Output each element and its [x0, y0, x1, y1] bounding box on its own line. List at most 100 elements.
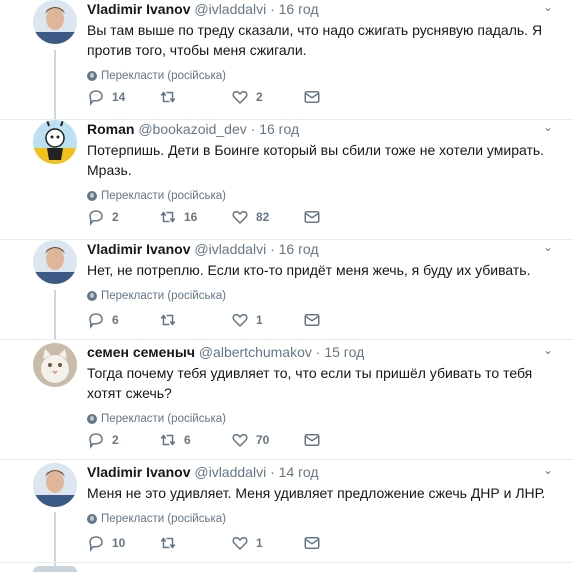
translate-label: Перекласти (російська) — [101, 70, 226, 82]
dm-button[interactable] — [303, 208, 375, 226]
reply-button[interactable]: 6 — [87, 311, 159, 329]
tweet-header: Vladimir Ivanov @ivladdalvi · 16 год — [87, 240, 553, 258]
translate-label: Перекласти (російська) — [101, 190, 226, 202]
like-button[interactable]: 70 — [231, 431, 303, 449]
tweet-text: Тогда почему тебя удивляет то, что если … — [87, 365, 533, 401]
translate-label: Перекласти (російська) — [101, 513, 226, 525]
reply-icon — [89, 536, 103, 552]
like-count: 2 — [256, 90, 263, 104]
translate-link[interactable]: Перекласти (російська) — [87, 512, 553, 526]
reply-icon — [89, 433, 103, 449]
envelope-icon — [304, 211, 320, 223]
like-button[interactable]: 1 — [231, 311, 303, 329]
reply-button[interactable]: 14 — [87, 88, 159, 106]
retweet-button[interactable]: 6 — [159, 431, 231, 449]
retweet-icon — [160, 91, 176, 103]
retweet-button[interactable]: 16 — [159, 208, 231, 226]
separator-dot: · — [270, 241, 275, 257]
display-name[interactable]: Vladimir Ivanov — [87, 464, 190, 480]
user-handle[interactable]: @ivladdalvi — [194, 241, 266, 257]
user-handle[interactable]: @ivladdalvi — [194, 464, 266, 480]
display-name[interactable]: Roman — [87, 121, 134, 137]
separator-dot: · — [270, 1, 275, 17]
translate-link[interactable]: Перекласти (російська) — [87, 289, 553, 303]
separator-dot: · — [315, 344, 321, 360]
like-count: 1 — [256, 536, 263, 550]
retweet-icon — [160, 211, 176, 223]
dm-button[interactable] — [303, 88, 375, 106]
chevron-down-icon[interactable]: ⌄ — [543, 463, 553, 477]
avatar[interactable] — [33, 240, 77, 284]
tweet-text: Нет, не потреплю. Если кто-то придёт мен… — [87, 262, 531, 278]
avatar[interactable] — [33, 463, 77, 507]
user-handle[interactable]: @bookazoid_dev — [138, 121, 246, 137]
chevron-down-icon[interactable]: ⌄ — [543, 343, 553, 357]
heart-icon — [232, 433, 248, 448]
like-count: 82 — [256, 210, 270, 224]
reply-count: 2 — [112, 433, 119, 447]
retweet-button[interactable] — [159, 311, 231, 329]
heart-icon — [232, 313, 248, 328]
tweet[interactable]: семен семеныч @albertchumakov · 15 год ⌄… — [0, 343, 573, 460]
translate-link[interactable]: Перекласти (російська) — [87, 412, 553, 426]
tweet[interactable]: Vladimir Ivanov @ivladdalvi · 16 год ⌄ Н… — [0, 240, 573, 340]
translate-label: Перекласти (російська) — [101, 413, 226, 425]
tweet-header: Roman @bookazoid_dev · 16 год — [87, 120, 553, 138]
tweet[interactable]: Vladimir Ivanov @ivladdalvi · 16 год ⌄ В… — [0, 0, 573, 120]
tweet[interactable]: Vladimir Ivanov @ivladdalvi · 14 год ⌄ М… — [0, 463, 573, 563]
heart-icon — [232, 536, 248, 551]
retweet-button[interactable] — [159, 534, 231, 552]
reply-icon — [89, 313, 103, 329]
retweet-button[interactable] — [159, 88, 231, 106]
like-count: 1 — [256, 313, 263, 327]
envelope-icon — [304, 91, 320, 103]
retweet-count: 6 — [184, 433, 191, 447]
reply-button[interactable]: 2 — [87, 431, 159, 449]
user-handle[interactable]: @albertchumakov — [199, 344, 312, 360]
like-button[interactable]: 2 — [231, 88, 303, 106]
like-button[interactable]: 82 — [231, 208, 303, 226]
timestamp[interactable]: 14 год — [279, 464, 319, 480]
timestamp[interactable]: 16 год — [259, 121, 299, 137]
reply-icon — [89, 90, 103, 106]
user-handle[interactable]: @ivladdalvi — [194, 1, 266, 17]
heart-icon — [232, 90, 248, 105]
retweet-icon — [160, 434, 176, 446]
timestamp[interactable]: 16 год — [279, 241, 319, 257]
timestamp[interactable]: 15 год — [324, 344, 364, 360]
reply-icon — [89, 210, 103, 226]
chevron-down-icon[interactable]: ⌄ — [543, 120, 553, 134]
tweet-header: Vladimir Ivanov @ivladdalvi · 14 год — [87, 463, 553, 481]
reply-button[interactable]: 2 — [87, 208, 159, 226]
translate-link[interactable]: Перекласти (російська) — [87, 189, 553, 203]
reply-button[interactable]: 10 — [87, 534, 159, 552]
next-tweet-avatar — [33, 566, 77, 572]
timestamp[interactable]: 16 год — [279, 1, 319, 17]
reply-count: 6 — [112, 313, 119, 327]
dm-button[interactable] — [303, 534, 375, 552]
globe-icon — [87, 71, 97, 81]
reply-count: 14 — [112, 90, 126, 104]
display-name[interactable]: Vladimir Ivanov — [87, 1, 190, 17]
avatar[interactable] — [33, 120, 77, 164]
envelope-icon — [304, 314, 320, 326]
envelope-icon — [304, 537, 320, 549]
display-name[interactable]: Vladimir Ivanov — [87, 241, 190, 257]
tweet-text: Вы там выше по треду сказали, что надо с… — [87, 22, 543, 58]
avatar[interactable] — [33, 0, 77, 44]
globe-icon — [87, 514, 97, 524]
like-button[interactable]: 1 — [231, 534, 303, 552]
separator-dot: · — [250, 121, 256, 137]
tweet-header: семен семеныч @albertchumakov · 15 год — [87, 343, 553, 361]
retweet-icon — [160, 537, 176, 549]
dm-button[interactable] — [303, 311, 375, 329]
tweet[interactable]: Roman @bookazoid_dev · 16 год ⌄ Потерпиш… — [0, 120, 573, 240]
dm-button[interactable] — [303, 431, 375, 449]
chevron-down-icon[interactable]: ⌄ — [543, 0, 553, 14]
display-name[interactable]: семен семеныч — [87, 344, 195, 360]
avatar[interactable] — [33, 343, 77, 387]
reply-count: 2 — [112, 210, 119, 224]
chevron-down-icon[interactable]: ⌄ — [543, 240, 553, 254]
globe-icon — [87, 291, 97, 301]
translate-link[interactable]: Перекласти (російська) — [87, 69, 553, 83]
